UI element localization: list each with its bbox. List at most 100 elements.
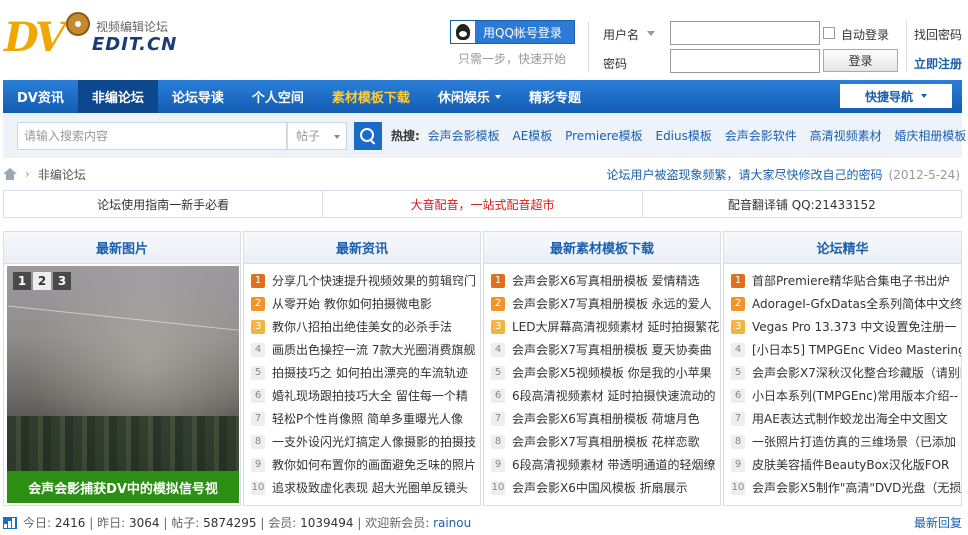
list-item[interactable]: 5 会声会影X7深秋汉化整合珍藏版（请别回	[731, 361, 961, 384]
nav-editing-forum[interactable]: 非编论坛	[77, 80, 158, 113]
caret-down-icon	[494, 94, 501, 99]
bar-chart-icon	[3, 516, 17, 529]
rank-badge: 3	[731, 319, 745, 334]
list-item-text: 会声会影X5视频模板 你是我的小苹果	[512, 366, 712, 380]
chevron-down-icon	[334, 135, 340, 139]
hot-search-link[interactable]: 会声会影模板	[428, 129, 500, 143]
list-item[interactable]: 9 皮肤美容插件BeautyBox汉化版FOR	[731, 453, 961, 476]
rank-badge: 10	[491, 480, 505, 495]
list-item-text: 用AE表达式制作蛟龙出海全中文图文	[752, 412, 948, 426]
login-button[interactable]: 登录	[823, 49, 898, 72]
hot-search-link[interactable]: Edius模板	[655, 129, 711, 143]
list-item[interactable]: 1 分享几个快速提升视频效果的剪辑窍门	[251, 269, 480, 292]
list-item[interactable]: 7 用AE表达式制作蛟龙出海全中文图文	[731, 407, 961, 430]
list-item-text: 6段高清视频素材 带透明通道的轻烟缭	[512, 458, 716, 472]
list-item-text: 画质出色操控一流 7款大光圈消费旗舰	[272, 343, 476, 357]
nav-forum-guide[interactable]: 论坛导读	[158, 80, 238, 113]
site-logo[interactable]: DV 视频编辑论坛 EDIT.CN	[4, 10, 184, 61]
list-item[interactable]: 8 会声会影X7写真相册模板 花样恋歌	[491, 430, 720, 453]
list-item[interactable]: 1 首部Premiere精华贴合集电子书出炉	[731, 269, 961, 292]
list-item[interactable]: 2 会声会影X7写真相册模板 永远的爱人	[491, 292, 720, 315]
auto-login-label[interactable]: 自动登录	[841, 26, 889, 43]
rank-badge: 4	[731, 342, 745, 357]
rank-badge: 8	[491, 434, 505, 449]
newest-member-link[interactable]: rainou	[433, 516, 471, 530]
list-item[interactable]: 8 一支外设闪光灯搞定人像摄影的拍摄技	[251, 430, 480, 453]
search-type-select[interactable]: 帖子	[287, 122, 347, 150]
list-item[interactable]: 5 拍摄技巧之 如何拍出漂亮的车流轨迹	[251, 361, 480, 384]
photo-page-1[interactable]: 1	[13, 272, 31, 290]
stat-yesterday-label: 昨日:	[97, 516, 126, 530]
announcement-dubbing[interactable]: 大音配音，一站式配音超市	[323, 191, 643, 217]
list-item-text: 会声会影X6写真相册模板 爱情精选	[512, 274, 700, 288]
list-item[interactable]: 8 一张照片打造仿真的三维场景（已添加	[731, 430, 961, 453]
list-item[interactable]: 2 从零开始 教你如何拍摄微电影	[251, 292, 480, 315]
list-item-text: 追求极致虚化表现 超大光圈单反镜头	[272, 481, 468, 495]
username-label[interactable]: 用户名	[603, 26, 639, 43]
forgot-password-link[interactable]: 找回密码	[914, 26, 962, 43]
list-item[interactable]: 4 画质出色操控一流 7款大光圈消费旗舰	[251, 338, 480, 361]
list-item-text: Vegas Pro 13.373 中文设置免注册一	[752, 320, 957, 334]
list-item[interactable]: 7 轻松P个性肖像照 简单多重曝光人像	[251, 407, 480, 430]
photo-page-3[interactable]: 3	[53, 272, 71, 290]
qq-login-button[interactable]: 用QQ帐号登录	[450, 20, 575, 44]
featured-photo[interactable]: 1 2 3 会声会影捕获DV中的模拟信号视	[7, 266, 239, 503]
home-icon[interactable]	[3, 168, 17, 180]
hot-search-link[interactable]: 会声会影软件	[725, 129, 797, 143]
list-item[interactable]: 10 会声会影X5制作"高清"DVD光盘（无损打包	[731, 476, 961, 499]
nav-template-download[interactable]: 素材模板下载	[318, 80, 424, 113]
search-button[interactable]	[354, 122, 382, 150]
list-item[interactable]: 4 会声会影X7写真相册模板 夏天协奏曲	[491, 338, 720, 361]
list-item[interactable]: 2 AdorageI-GfxDatas全系列简体中文终	[731, 292, 961, 315]
list-item[interactable]: 4 [小日本5] TMPGEnc Video Mastering	[731, 338, 961, 361]
list-item-text: 一张照片打造仿真的三维场景（已添加	[752, 435, 957, 449]
list-item-text: 会声会影X7深秋汉化整合珍藏版（请别回	[752, 366, 961, 380]
search-type-value: 帖子	[296, 129, 321, 143]
list-item[interactable]: 3 Vegas Pro 13.373 中文设置免注册一	[731, 315, 961, 338]
list-item[interactable]: 3 LED大屏幕高清视频素材 延时拍摄繁花	[491, 315, 720, 338]
chevron-down-icon[interactable]	[647, 31, 655, 36]
username-field[interactable]	[670, 21, 820, 45]
announcement-translation[interactable]: 配音翻译铺 QQ:21433152	[643, 191, 961, 217]
list-item[interactable]: 6 6段高清视频素材 延时拍摄快速流动的	[491, 384, 720, 407]
rank-badge: 2	[251, 296, 265, 311]
rank-badge: 9	[251, 457, 265, 472]
breadcrumb-current[interactable]: 非编论坛	[38, 166, 86, 183]
list-item[interactable]: 6 婚礼现场跟拍技巧大全 留住每一个精	[251, 384, 480, 407]
list-item-text: 会声会影X6中国风模板 折扇展示	[512, 481, 688, 495]
register-link[interactable]: 立即注册	[914, 55, 962, 72]
rank-badge: 8	[731, 434, 745, 449]
nav-personal-space[interactable]: 个人空间	[238, 80, 318, 113]
nav-dv-news[interactable]: DV资讯	[3, 80, 78, 113]
stat-today-label: 今日:	[23, 516, 52, 530]
notice-link[interactable]: 论坛用户被盗现象频繁，请大家尽快修改自己的密码	[607, 168, 883, 182]
list-item[interactable]: 7 会声会影X6写真相册模板 荷塘月色	[491, 407, 720, 430]
list-item[interactable]: 9 6段高清视频素材 带透明通道的轻烟缭	[491, 453, 720, 476]
hot-search-link[interactable]: AE模板	[512, 129, 552, 143]
nav-featured-topics[interactable]: 精彩专题	[515, 80, 595, 113]
list-item-text: 从零开始 教你如何拍摄微电影	[272, 297, 432, 311]
hot-search-link[interactable]: 婚庆相册模板	[894, 129, 966, 143]
latest-replies-link[interactable]: 最新回复	[914, 514, 962, 531]
hot-search-link[interactable]: Premiere模板	[565, 129, 643, 143]
list-item[interactable]: 9 教你如何布置你的画面避免乏味的照片	[251, 453, 480, 476]
announcement-guide[interactable]: 论坛使用指南一新手必看	[4, 191, 324, 217]
list-item-text: [小日本5] TMPGEnc Video Mastering	[752, 343, 961, 357]
nav-leisure[interactable]: 休闲娱乐	[424, 80, 515, 113]
list-item[interactable]: 6 小日本系列(TMPGEnc)常用版本介绍--	[731, 384, 961, 407]
hot-search-link[interactable]: 高清视频素材	[810, 129, 882, 143]
list-item-text: 会声会影X7写真相册模板 夏天协奏曲	[512, 343, 712, 357]
list-item[interactable]: 1 会声会影X6写真相册模板 爱情精选	[491, 269, 720, 292]
password-field[interactable]	[670, 49, 820, 73]
photo-page-2[interactable]: 2	[33, 272, 51, 290]
list-item[interactable]: 10 追求极致虚化表现 超大光圈单反镜头	[251, 476, 480, 499]
quick-nav-button[interactable]: 快捷导航	[840, 84, 952, 108]
photo-caption[interactable]: 会声会影捕获DV中的模拟信号视	[7, 471, 239, 503]
auto-login-checkbox[interactable]	[823, 27, 835, 39]
list-item-text: 分享几个快速提升视频效果的剪辑窍门	[272, 274, 477, 288]
list-item[interactable]: 3 教你八招拍出绝佳美女的必杀手法	[251, 315, 480, 338]
list-item[interactable]: 10 会声会影X6中国风模板 折扇展示	[491, 476, 720, 499]
qq-penguin-icon	[451, 21, 475, 43]
search-input[interactable]: 请输入搜索内容	[17, 122, 287, 150]
list-item[interactable]: 5 会声会影X5视频模板 你是我的小苹果	[491, 361, 720, 384]
